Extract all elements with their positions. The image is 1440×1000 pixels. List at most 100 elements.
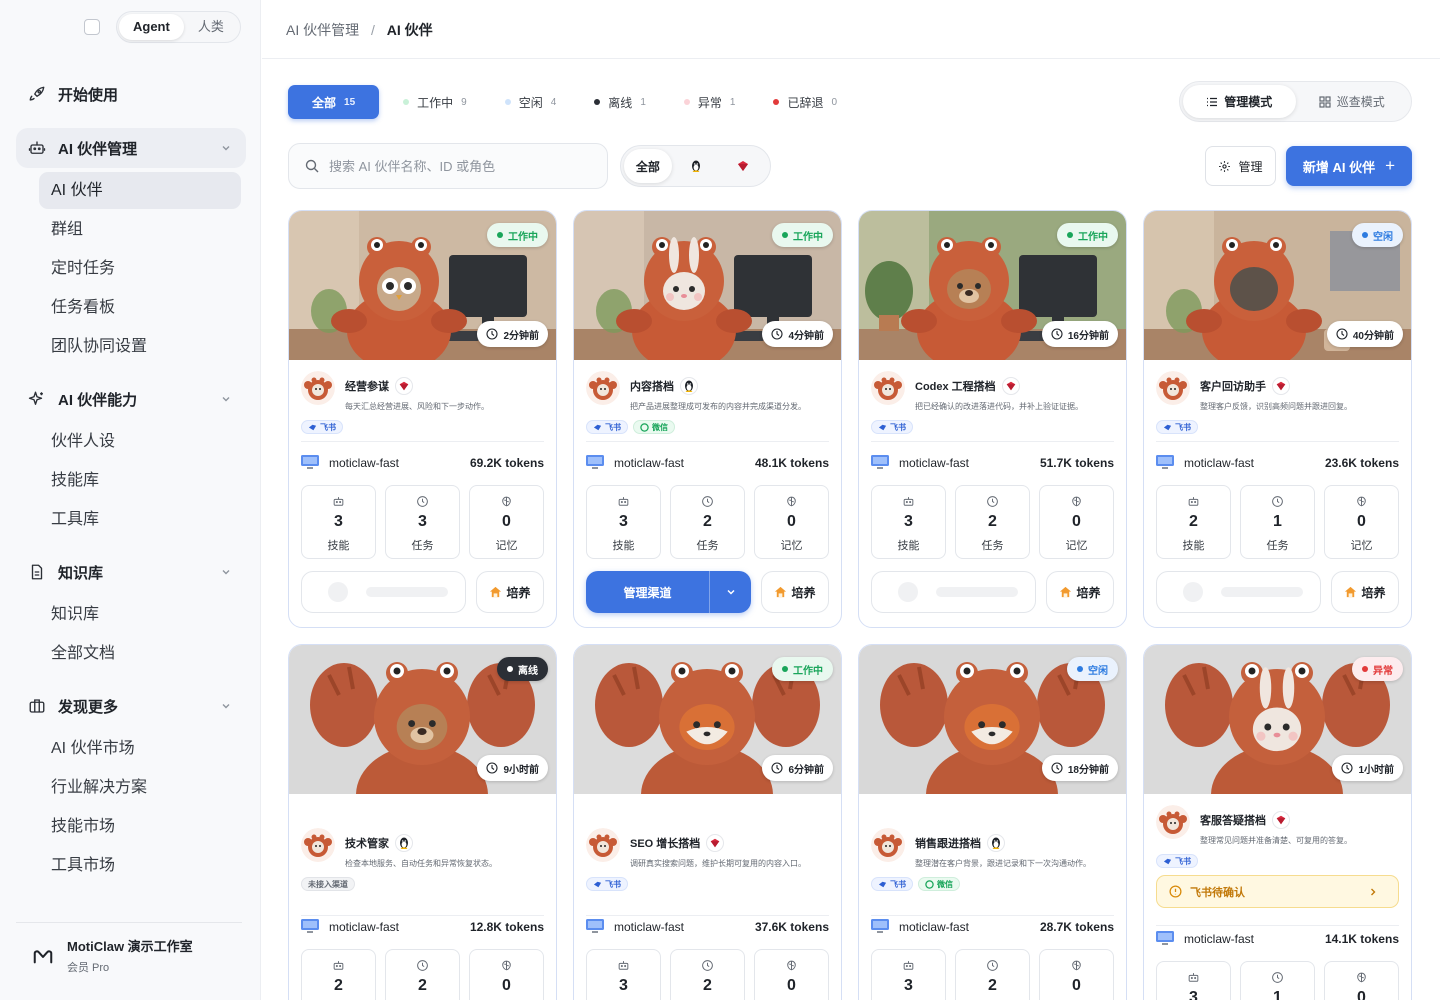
add-partner-label: 新增 AI 伙伴 bbox=[1302, 159, 1376, 175]
stat-tasks[interactable]: 1任务 bbox=[1240, 961, 1315, 1000]
partner-name-row: 销售跟进搭档 bbox=[915, 834, 1091, 852]
partner-card[interactable]: 工作中 16分钟前 Codex 工程搭档 把已经确认的改进落进代码，并补上验证证据。飞… bbox=[858, 210, 1127, 628]
filter-tab[interactable]: 离线 1 bbox=[594, 85, 646, 119]
nav-item-persona[interactable]: 伙伴人设 bbox=[39, 423, 241, 460]
feishu-icon bbox=[738, 161, 749, 171]
stat-tasks[interactable]: 2任务 bbox=[955, 485, 1030, 559]
partner-card[interactable]: 工作中 4分钟前 内容搭档 把产品进展整理成可发布的内容并完成渠道分发。 飞书 微信 mot… bbox=[573, 210, 842, 628]
partner-name[interactable]: 经营参谋 bbox=[345, 378, 389, 394]
train-button[interactable]: 培养 bbox=[761, 571, 829, 613]
nav-section-partner-management[interactable]: AI 伙伴管理 bbox=[16, 128, 246, 168]
partner-name[interactable]: 客服答疑搭档 bbox=[1200, 812, 1266, 828]
nav-item-partner-market[interactable]: AI 伙伴市场 bbox=[39, 730, 241, 767]
partner-name[interactable]: 内容搭档 bbox=[630, 378, 674, 394]
partner-card[interactable]: 空闲 40分钟前 客户回访助手 整理客户反馈，识别高频问题并跟进回复。 飞书 moticl… bbox=[1143, 210, 1412, 628]
stat-memory[interactable]: 0记忆 bbox=[1039, 949, 1114, 1000]
stat-tasks[interactable]: 3 任务 bbox=[385, 485, 460, 559]
nav-item-skill-market[interactable]: 技能市场 bbox=[39, 808, 241, 845]
nav-item-groups[interactable]: 群组 bbox=[39, 211, 241, 248]
qq-icon bbox=[685, 380, 693, 392]
manage-channel-dropdown[interactable] bbox=[709, 571, 751, 613]
stat-value: 2 bbox=[334, 977, 343, 994]
nav-item-ai-partner[interactable]: AI 伙伴 bbox=[39, 172, 241, 209]
stat-skills[interactable]: 3技能 bbox=[586, 485, 661, 559]
partner-card[interactable]: 工作中 6分钟前 SEO 增长搭档 调研真实搜索问题，维护长期可复用的内容入口。 飞书 m… bbox=[573, 644, 842, 1000]
partner-name[interactable]: Codex 工程搭档 bbox=[915, 378, 996, 394]
plus-icon: + bbox=[1385, 156, 1396, 175]
stat-skills[interactable]: 3技能 bbox=[301, 485, 376, 559]
partner-card[interactable]: 工作中 2分钟前 经营参谋 每天汇总经营进展、风险和下一步动作。 飞书 moticlaw-… bbox=[288, 210, 557, 628]
platform-qq[interactable] bbox=[672, 149, 720, 183]
nav-item-tool-library[interactable]: 工具库 bbox=[39, 501, 241, 538]
stat-tasks[interactable]: 2任务 bbox=[670, 949, 745, 1000]
sidebar-collapse-checkbox[interactable] bbox=[84, 19, 100, 35]
nav-section-discover[interactable]: 发现更多 bbox=[16, 686, 246, 726]
avatar bbox=[586, 828, 620, 862]
last-active-badge: 6分钟前 bbox=[762, 755, 833, 781]
stat-label: 技能 bbox=[327, 540, 350, 552]
stat-skills[interactable]: 2技能 bbox=[301, 949, 376, 1000]
stat-skills[interactable]: 3技能 bbox=[1156, 961, 1231, 1000]
nav-section-partner-capability[interactable]: AI 伙伴能力 bbox=[16, 379, 246, 419]
partner-card[interactable]: 空闲 18分钟前 销售跟进搭档 整理潜在客户背景，跟进记录和下一次沟通动作。 飞书 微信 m… bbox=[858, 644, 1127, 1000]
partner-name[interactable]: 销售跟进搭档 bbox=[915, 835, 981, 851]
partner-name[interactable]: 技术管家 bbox=[345, 835, 389, 851]
topbar: AI 伙伴管理 / AI 伙伴 bbox=[262, 0, 1440, 59]
stat-memory[interactable]: 0记忆 bbox=[1324, 961, 1399, 1000]
manage-channel-button[interactable]: 管理渠道 bbox=[586, 571, 751, 613]
nav-item-all-documents[interactable]: 全部文档 bbox=[39, 635, 241, 672]
partner-avatar-icon bbox=[1156, 805, 1190, 839]
filter-tab[interactable]: 已辞退 0 bbox=[773, 85, 837, 119]
nav-item-skill-library[interactable]: 技能库 bbox=[39, 462, 241, 499]
channel-alert[interactable]: 飞书待确认 bbox=[1156, 875, 1399, 908]
search-icon bbox=[305, 159, 319, 173]
partner-name[interactable]: 客户回访助手 bbox=[1200, 378, 1266, 394]
breadcrumb-parent[interactable]: AI 伙伴管理 bbox=[286, 22, 359, 38]
nav-item-scheduled-tasks[interactable]: 定时任务 bbox=[39, 250, 241, 287]
add-partner-button[interactable]: 新增 AI 伙伴 + bbox=[1286, 146, 1412, 186]
partner-name[interactable]: SEO 增长搭档 bbox=[630, 835, 700, 851]
partner-card[interactable]: 异常 1小时前 客服答疑搭档 整理常见问题并准备清楚、可复用的答复。 飞书 飞书待确认 mo… bbox=[1143, 644, 1412, 1000]
stat-memory[interactable]: 0记忆 bbox=[469, 485, 544, 559]
search-input[interactable] bbox=[329, 158, 589, 174]
stat-skills[interactable]: 3技能 bbox=[871, 485, 946, 559]
partner-card[interactable]: 离线 9小时前 技术管家 检查本地服务、自动任务和异常恢复状态。 未接入渠道 moticl… bbox=[288, 644, 557, 1000]
stat-memory[interactable]: 0记忆 bbox=[754, 949, 829, 1000]
filter-tab[interactable]: 空闲 4 bbox=[504, 85, 556, 119]
partner-avatar-icon bbox=[301, 828, 335, 862]
nav-start[interactable]: 开始使用 bbox=[16, 74, 246, 114]
status-label: 空闲 bbox=[1088, 665, 1108, 677]
train-button[interactable]: 培养 bbox=[1331, 571, 1399, 613]
nav-item-tool-market[interactable]: 工具市场 bbox=[39, 847, 241, 884]
mode-patrol[interactable]: 巡查模式 bbox=[1296, 85, 1409, 118]
train-button[interactable]: 培养 bbox=[1046, 571, 1114, 613]
train-button[interactable]: 培养 bbox=[476, 571, 544, 613]
stat-memory[interactable]: 0记忆 bbox=[1324, 485, 1399, 559]
nav-item-team-settings[interactable]: 团队协同设置 bbox=[39, 328, 241, 365]
stat-tasks[interactable]: 2任务 bbox=[385, 949, 460, 1000]
platform-all[interactable]: 全部 bbox=[624, 149, 672, 183]
stat-tasks[interactable]: 2任务 bbox=[670, 485, 745, 559]
manage-button[interactable]: 管理 bbox=[1205, 146, 1276, 186]
clock-icon bbox=[771, 762, 783, 774]
stat-memory[interactable]: 0记忆 bbox=[754, 485, 829, 559]
nav-item-knowledge-base[interactable]: 知识库 bbox=[39, 596, 241, 633]
toggle-human[interactable]: 人类 bbox=[184, 14, 238, 40]
filter-tab[interactable]: 工作中 9 bbox=[403, 85, 467, 119]
stat-skills[interactable]: 3技能 bbox=[586, 949, 661, 1000]
stat-memory[interactable]: 0记忆 bbox=[469, 949, 544, 1000]
nav-item-task-board[interactable]: 任务看板 bbox=[39, 289, 241, 326]
stat-tasks[interactable]: 2任务 bbox=[955, 949, 1030, 1000]
workspace-switcher[interactable]: MotiClaw 演示工作室 会员 Pro bbox=[32, 936, 193, 975]
filter-tab[interactable]: 异常 1 bbox=[683, 85, 735, 119]
stat-memory[interactable]: 0记忆 bbox=[1039, 485, 1114, 559]
stat-tasks[interactable]: 1任务 bbox=[1240, 485, 1315, 559]
toggle-agent[interactable]: Agent bbox=[119, 14, 184, 40]
nav-item-industry-solutions[interactable]: 行业解决方案 bbox=[39, 769, 241, 806]
stat-skills[interactable]: 3技能 bbox=[871, 949, 946, 1000]
nav-section-knowledge[interactable]: 知识库 bbox=[16, 552, 246, 592]
stat-skills[interactable]: 2技能 bbox=[1156, 485, 1231, 559]
mode-manage[interactable]: 管理模式 bbox=[1183, 85, 1296, 118]
platform-feishu[interactable] bbox=[719, 149, 767, 183]
filter-tab[interactable]: 全部 15 bbox=[288, 85, 380, 119]
